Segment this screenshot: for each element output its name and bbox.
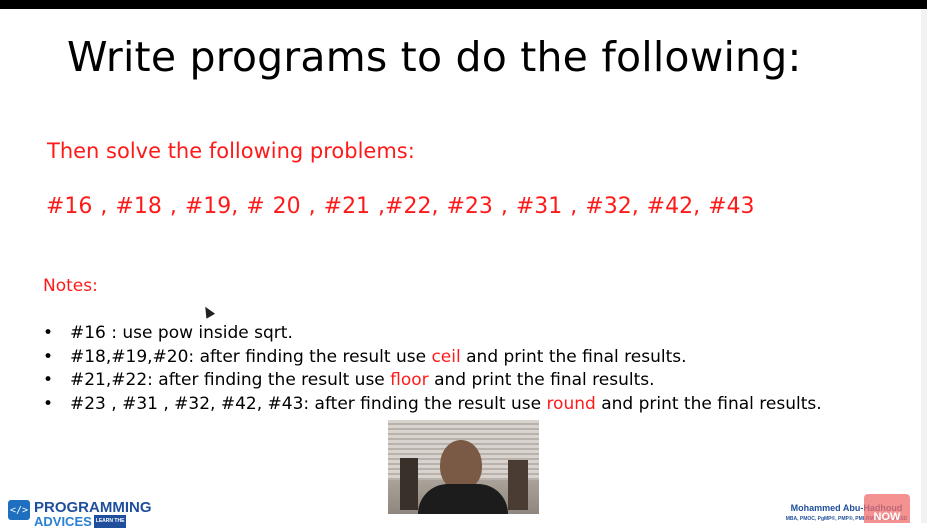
webcam-overlay (388, 420, 539, 514)
note-keyword: round (546, 393, 596, 414)
shelf-right (508, 460, 528, 510)
note-text-end: and print the final results. (460, 346, 687, 367)
note-item: • #23 , #31 , #32, #42, #43: after findi… (43, 393, 843, 417)
programming-advices-logo: </> PROGRAMMING ADVICES LEARN THE (8, 499, 152, 528)
bullet-icon: • (43, 346, 54, 367)
note-item: • #16 : use pow inside sqrt. (43, 322, 843, 346)
notes-label: Notes: (43, 276, 98, 296)
right-edge-strip (921, 9, 927, 523)
problem-list: #16 , #18 , #19, # 20 , #21 ,#22, #23 , … (46, 194, 755, 219)
presenter-head (440, 440, 482, 490)
code-icon: </> (8, 500, 30, 520)
logo-line-1: PROGRAMMING (34, 499, 152, 516)
bullet-icon: • (43, 370, 54, 390)
note-text-end: and print the final results. (428, 370, 655, 390)
top-black-bar (0, 0, 927, 9)
note-keyword: floor (390, 370, 429, 390)
notes-list: • #16 : use pow inside sqrt. • #18,#19,#… (43, 322, 843, 416)
note-text: #18,#19,#20: after finding the result us… (70, 346, 432, 367)
note-text: #16 : use pow inside sqrt. (70, 323, 293, 343)
now-badge[interactable]: NOW (864, 494, 910, 523)
presenter-body (418, 484, 508, 514)
note-item: • #18,#19,#20: after finding the result … (43, 346, 843, 370)
bullet-icon: • (43, 393, 54, 414)
slide-subtitle: Then solve the following problems: (47, 139, 415, 163)
slide-title: Write programs to do the following: (67, 33, 802, 81)
logo-line-2: ADVICES LEARN THE (34, 514, 127, 529)
note-keyword: ceil (431, 346, 461, 367)
note-text: #23 , #31 , #32, #42, #43: after finding… (70, 393, 547, 414)
logo-tag: LEARN THE (93, 515, 127, 528)
bullet-icon: • (43, 323, 54, 343)
shelf-left (400, 458, 418, 510)
note-text: #21,#22: after finding the result use (70, 370, 391, 390)
note-item: • #21,#22: after finding the result use … (43, 369, 843, 393)
note-text-end: and print the final results. (595, 393, 822, 414)
